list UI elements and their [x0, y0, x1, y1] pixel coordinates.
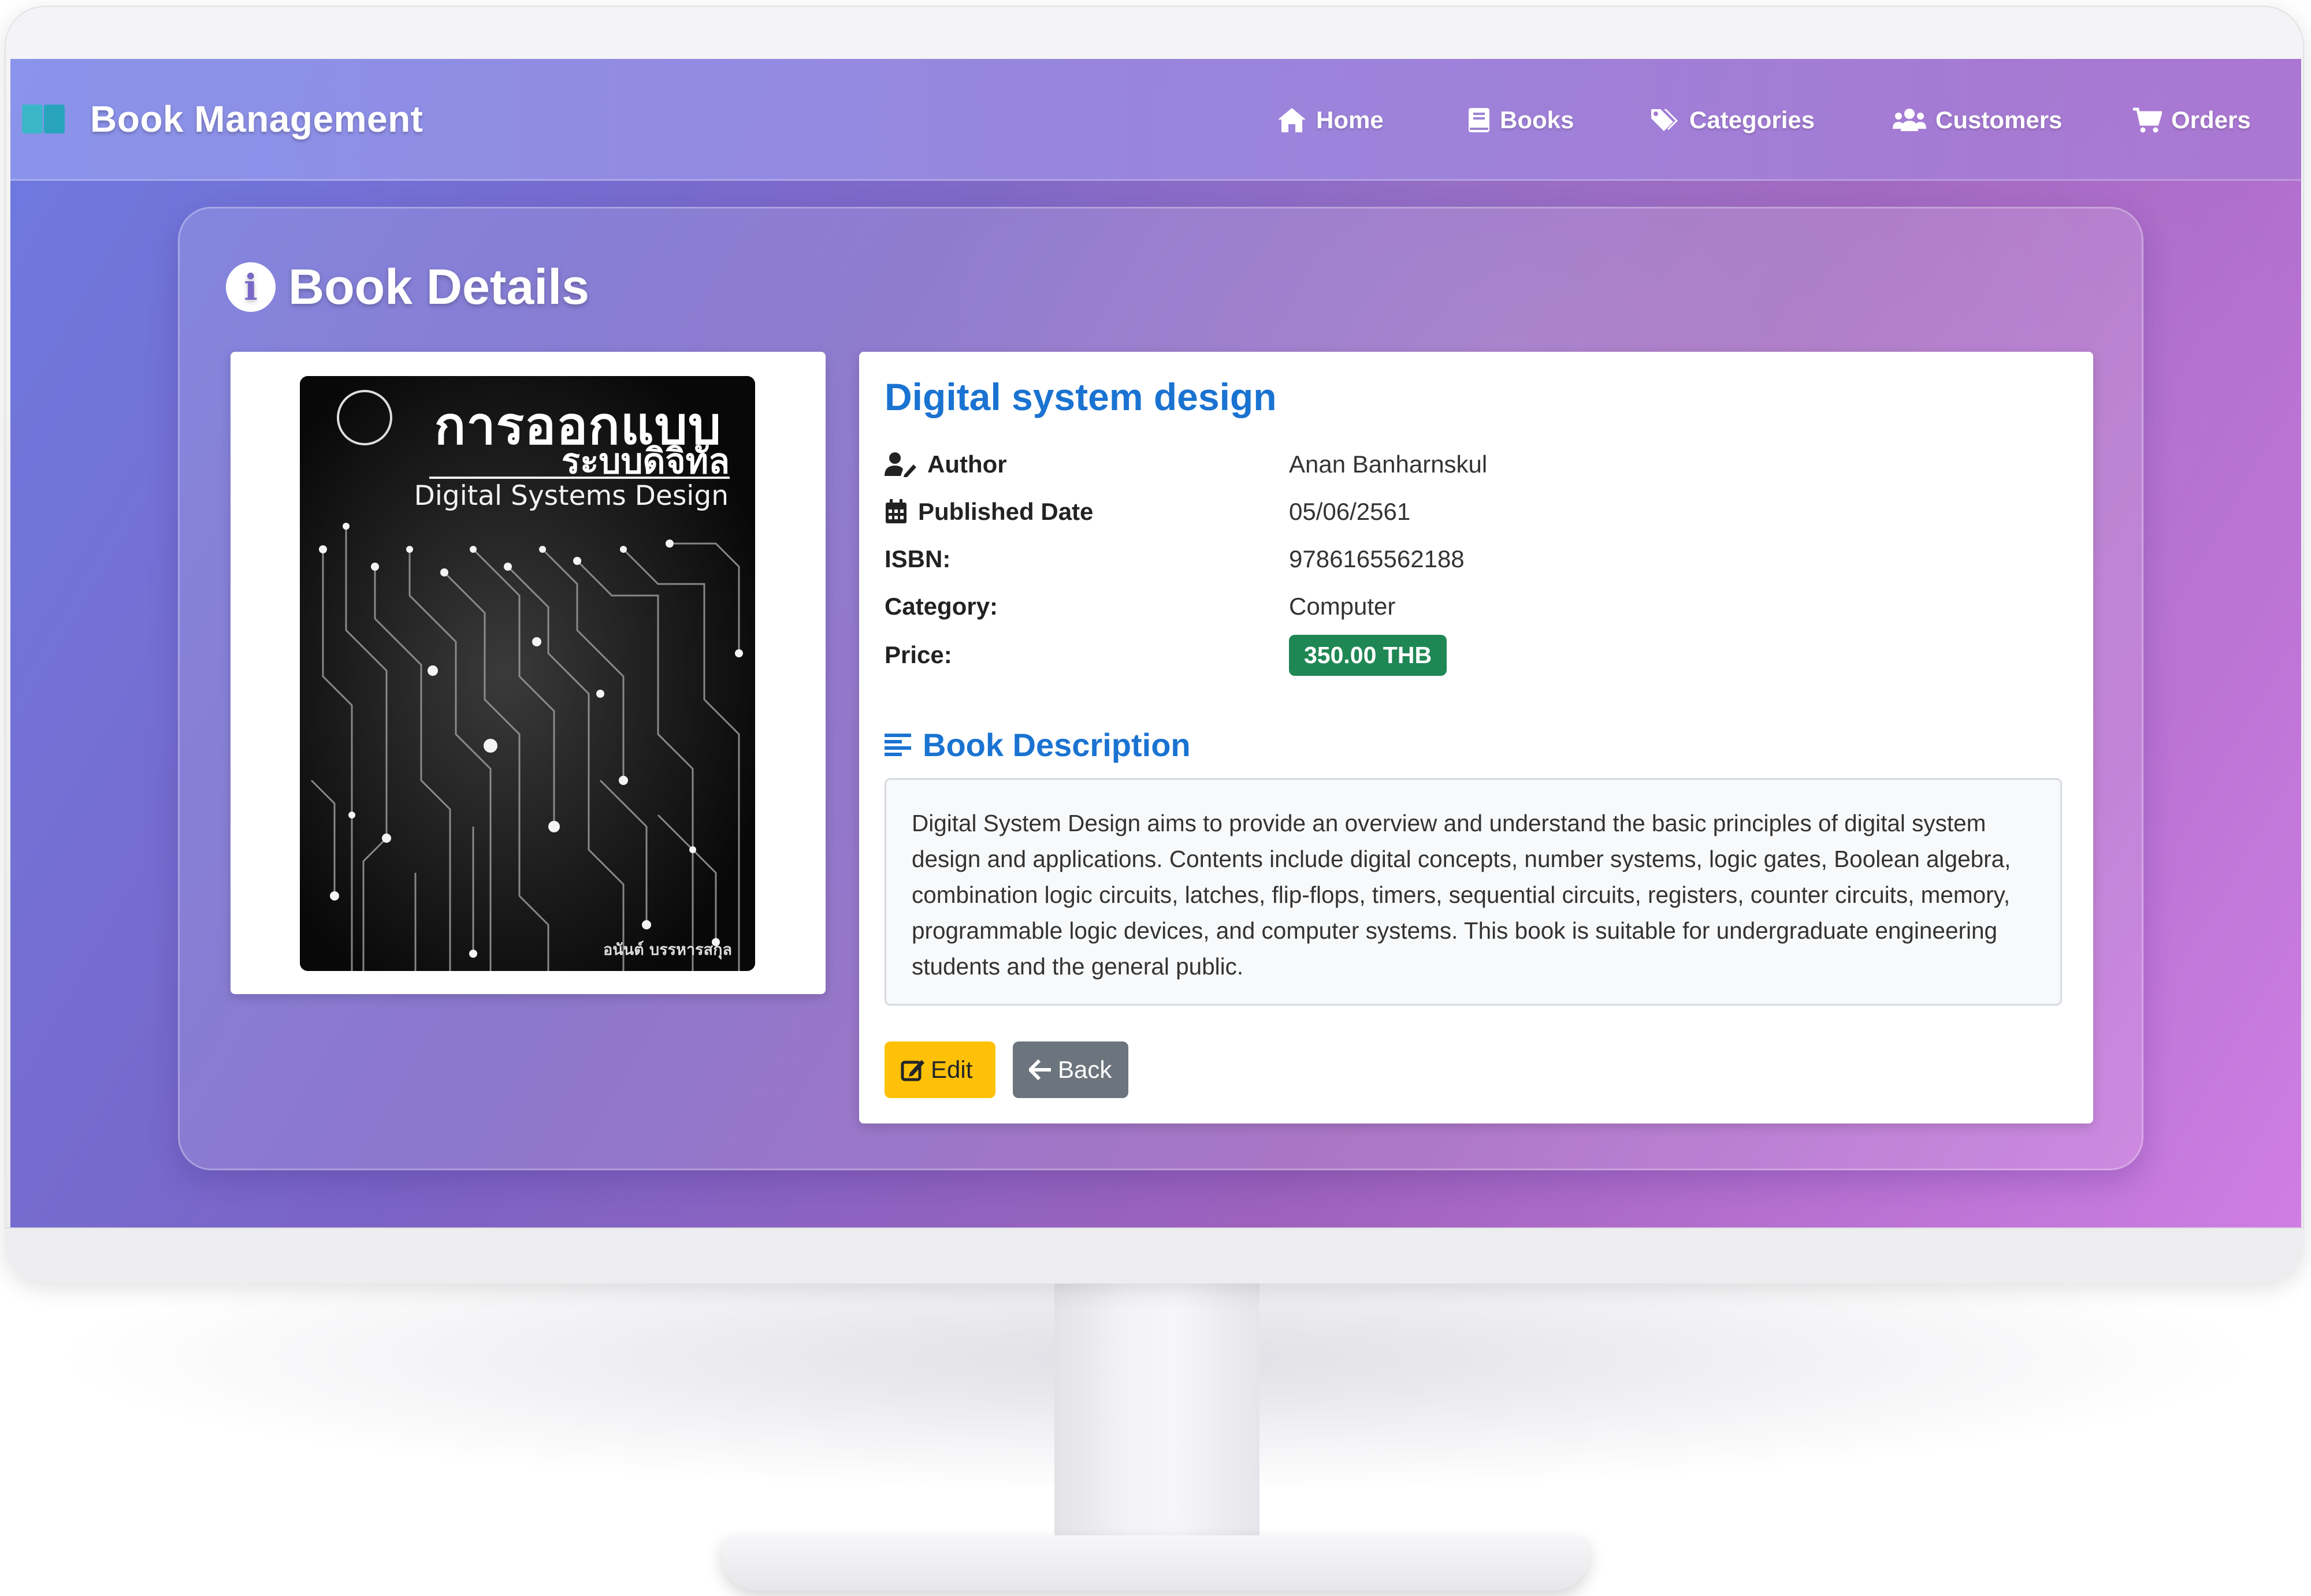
edit-button[interactable]: Edit — [885, 1041, 995, 1098]
author-label: Author — [885, 451, 1289, 478]
price-label: Price: — [885, 641, 952, 668]
isbn-value: 9786165562188 — [1289, 545, 1465, 572]
category-row: Category: Computer — [885, 586, 2069, 627]
author-label-text: Author — [927, 451, 1007, 478]
author-value: Anan Banharnskul — [1289, 451, 1488, 478]
published-date-value: 05/06/2561 — [1289, 498, 1411, 525]
book-title: Digital system design — [885, 375, 1277, 418]
cover-author: อนันต์ บรรหารสกุล — [603, 941, 732, 959]
page-title-text: Book Details — [288, 259, 589, 315]
calendar-icon — [886, 499, 906, 523]
nav-books-label: Books — [1500, 106, 1574, 133]
nav-home[interactable]: Home — [1277, 97, 1384, 143]
nav-categories-label: Categories — [1689, 106, 1815, 133]
brand-title: Book Management — [90, 98, 423, 140]
publisher-seal-logo — [337, 390, 392, 445]
nav-customers[interactable]: Customers — [1893, 97, 2062, 143]
description-heading: Book Description — [885, 721, 1191, 768]
open-book-icon — [22, 102, 66, 136]
nav-orders[interactable]: Orders — [2132, 97, 2251, 143]
published-date-label-text: Published Date — [918, 498, 1094, 525]
cover-divider — [429, 477, 730, 479]
published-date-row: Published Date 05/06/2561 — [885, 492, 2069, 532]
author-row: Author Anan Banharnskul — [885, 444, 2069, 485]
arrow-left-icon — [1029, 1059, 1051, 1080]
description-box: Digital System Design aims to provide an… — [885, 778, 2062, 1006]
price-badge: 350.00 THB — [1289, 634, 1447, 676]
description-heading-text: Book Description — [923, 726, 1191, 763]
nav-orders-label: Orders — [2171, 106, 2251, 133]
user-pen-icon — [885, 452, 916, 477]
monitor-stand-neck — [1054, 1281, 1259, 1558]
cart-icon — [2133, 107, 2162, 133]
edit-button-label: Edit — [931, 1056, 973, 1083]
home-icon — [1278, 108, 1306, 132]
details-panel: Digital system design Author Anan Banhar… — [859, 352, 2093, 1123]
users-icon — [1893, 109, 1926, 131]
category-value: Computer — [1289, 593, 1396, 620]
top-navbar: Book Management Home Books Categories Cu… — [10, 59, 2301, 181]
app-screen: Book Management Home Books Categories Cu… — [10, 59, 2301, 1227]
price-row: Price: 350.00 THB — [885, 634, 2069, 676]
nav-categories[interactable]: Categories — [1650, 97, 1815, 143]
cover-title-english: Digital Systems Design — [414, 480, 729, 512]
book-cover-image: การออกแบบ ระบบดิจิทัล Digital Systems De… — [300, 376, 755, 971]
cover-panel: การออกแบบ ระบบดิจิทัล Digital Systems De… — [231, 352, 826, 994]
tags-icon — [1651, 109, 1678, 131]
back-button-label: Back — [1058, 1056, 1112, 1083]
edit-icon — [901, 1060, 924, 1081]
book-icon — [1469, 108, 1489, 132]
monitor-stand-base — [722, 1535, 1589, 1590]
book-details-card: i Book Details การออกแบบ ระบบดิจิทัล Dig… — [178, 207, 2143, 1170]
category-label: Category: — [885, 593, 998, 620]
align-left-icon — [885, 734, 911, 756]
isbn-label: ISBN: — [885, 545, 951, 572]
nav-home-label: Home — [1316, 106, 1384, 133]
page-title: i Book Details — [226, 258, 589, 316]
monitor-chin — [5, 1227, 2304, 1284]
nav-books[interactable]: Books — [1467, 97, 1574, 143]
nav-customers-label: Customers — [1935, 106, 2063, 133]
published-date-label: Published Date — [885, 498, 1289, 526]
back-button[interactable]: Back — [1013, 1041, 1128, 1098]
info-icon: i — [226, 262, 276, 312]
price-value-wrap: 350.00 THB — [1289, 634, 1447, 676]
isbn-row: ISBN: 9786165562188 — [885, 539, 2069, 579]
brand-link[interactable]: Book Management — [22, 91, 423, 147]
